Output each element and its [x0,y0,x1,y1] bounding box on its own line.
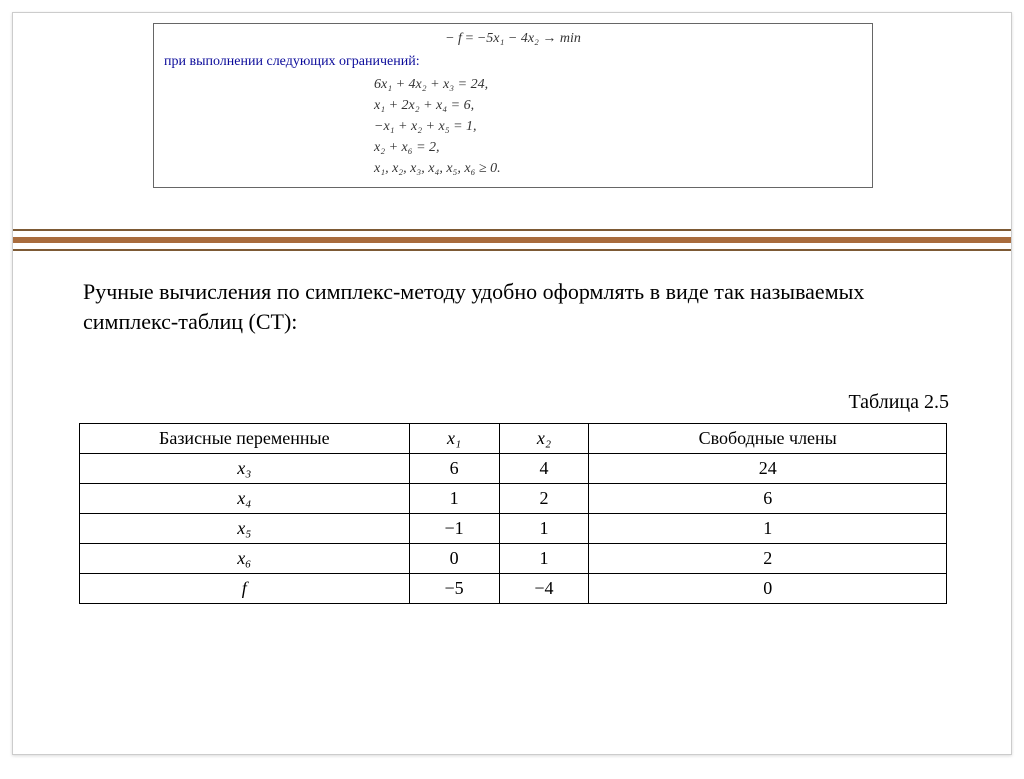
constraint-3: −x₁ + x₂ + x₅ = 1, [374,116,862,137]
cell-x1: 1 [409,484,499,514]
th-basis: Базисные переменные [80,424,410,454]
cell-basis: x₃ [80,454,410,484]
constraint-1: 6x₁ + 4x₂ + x₃ = 24, [374,74,862,95]
simplex-table: Базисные переменные x₁ x₂ Свободные член… [79,423,947,604]
table-header-row: Базисные переменные x₁ x₂ Свободные член… [80,424,947,454]
divider-mid [13,237,1011,243]
cell-x2: 4 [499,454,589,484]
cell-x2: 1 [499,544,589,574]
cell-x2: 2 [499,484,589,514]
constraints-list: 6x₁ + 4x₂ + x₃ = 24, x₁ + 2x₂ + x₄ = 6, … [374,74,862,179]
objective-rhs: −5x₁ − 4x₂ → min [477,31,581,46]
th-x1: x₁ [409,424,499,454]
cell-basis: x₄ [80,484,410,514]
table-row: x₆ 0 1 2 [80,544,947,574]
constraint-5: x₁, x₂, x₃, x₄, x₅, x₆ ≥ 0. [374,158,862,179]
cell-basis: x₆ [80,544,410,574]
table-row: x₃ 6 4 24 [80,454,947,484]
th-rhs: Свободные члены [589,424,947,454]
cell-rhs: 6 [589,484,947,514]
table-row: x₄ 1 2 6 [80,484,947,514]
cell-basis: f [80,574,410,604]
cell-x1: 0 [409,544,499,574]
objective-function: − f = −5x₁ − 4x₂ → min [164,28,862,49]
constraints-intro: при выполнении следующих ограничений: [164,51,862,72]
cell-rhs: 2 [589,544,947,574]
cell-x2: 1 [499,514,589,544]
cell-x2: −4 [499,574,589,604]
slide-frame: − f = −5x₁ − 4x₂ → min при выполнении сл… [12,12,1012,755]
constraint-2: x₁ + 2x₂ + x₄ = 6, [374,95,862,116]
cell-x1: 6 [409,454,499,484]
cell-basis: x₅ [80,514,410,544]
cell-rhs: 0 [589,574,947,604]
table-caption: Таблица 2.5 [848,391,949,414]
th-x2: x₂ [499,424,589,454]
cell-x1: −1 [409,514,499,544]
cell-x1: −5 [409,574,499,604]
objective-eq: = [462,31,477,46]
equations-box: − f = −5x₁ − 4x₂ → min при выполнении сл… [153,23,873,188]
constraint-4: x₂ + x₆ = 2, [374,137,862,158]
table-row: x₅ −1 1 1 [80,514,947,544]
objective-lhs: − f [445,31,462,46]
body-paragraph: Ручные вычисления по симплекс-методу удо… [83,277,951,336]
cell-rhs: 1 [589,514,947,544]
divider-band [13,229,1011,251]
table-row: f −5 −4 0 [80,574,947,604]
cell-rhs: 24 [589,454,947,484]
